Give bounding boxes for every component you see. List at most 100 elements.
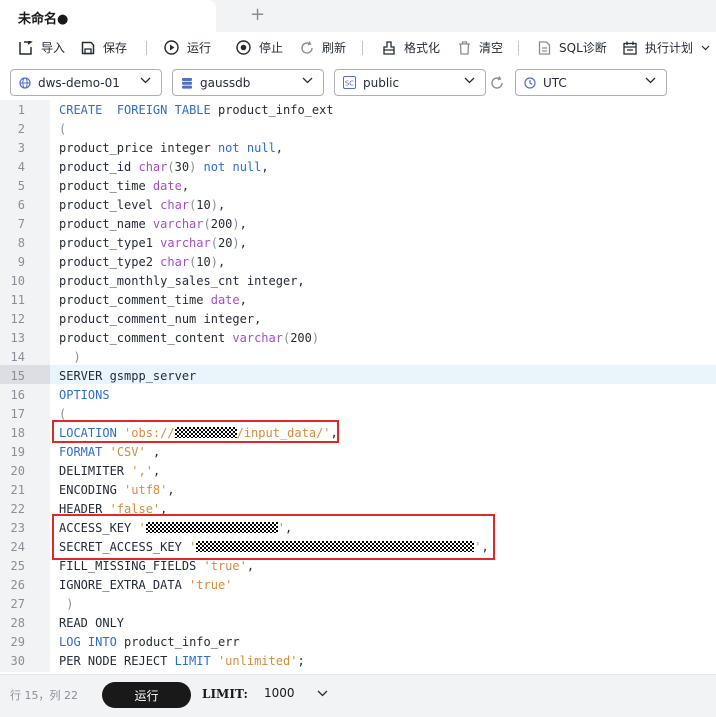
tab-bar: 未命名● + xyxy=(0,0,716,32)
sql-diagnosis-button[interactable]: SQL诊断 xyxy=(538,39,607,56)
clock-icon xyxy=(524,76,536,89)
execution-plan-button[interactable]: 执行计划 xyxy=(623,39,710,56)
line-number: 15 xyxy=(10,369,25,383)
stop-button[interactable]: 停止 xyxy=(236,39,283,56)
line-number: 8 xyxy=(17,236,25,250)
code-line[interactable]: 13 product_comment_content varchar(200) xyxy=(0,329,716,348)
line-number: 4 xyxy=(17,160,25,174)
line-number: 16 xyxy=(10,388,25,402)
timezone-value: UTC xyxy=(543,75,567,90)
code-line[interactable]: 3 product_price integer not null, xyxy=(0,139,716,158)
code-token: product_info_err xyxy=(116,635,240,649)
schema-value: public xyxy=(363,75,400,90)
code-text: product_comment_num integer, xyxy=(59,310,261,329)
code-line[interactable]: 2( xyxy=(0,120,716,139)
tab-untitled[interactable]: 未命名● xyxy=(0,0,216,32)
run-button[interactable]: 运行 xyxy=(164,39,211,56)
code-line[interactable]: 5 product_time date, xyxy=(0,177,716,196)
database-icon xyxy=(182,77,192,89)
line-number: 5 xyxy=(17,179,25,193)
code-token: varchar xyxy=(152,217,204,231)
code-token: , xyxy=(145,445,161,459)
refresh-button[interactable]: 刷新 xyxy=(300,39,346,56)
code-line[interactable]: 20 DELIMITER ',', xyxy=(0,462,716,481)
timezone-select[interactable]: UTC xyxy=(515,69,667,96)
code-token: 'true' xyxy=(189,578,233,592)
database-select[interactable]: gaussdb xyxy=(172,69,324,96)
code-line[interactable]: 1 CREATE FOREIGN TABLE product_info_ext xyxy=(0,101,716,120)
clear-button[interactable]: 清空 xyxy=(458,39,503,56)
clear-label: 清空 xyxy=(479,41,504,55)
line-number: 17 xyxy=(10,407,25,421)
format-button[interactable]: 格式化 xyxy=(382,39,440,56)
code-line[interactable]: 29 LOG INTO product_info_err xyxy=(0,633,716,652)
code-token: not xyxy=(203,160,226,174)
refresh-schema-icon[interactable] xyxy=(490,76,504,90)
calendar-icon xyxy=(623,41,637,55)
schema-select[interactable]: SC public xyxy=(334,69,486,96)
code-line[interactable]: 14 ) xyxy=(0,348,716,367)
code-line[interactable]: 26 IGNORE_EXTRA_DATA 'true' xyxy=(0,576,716,595)
code-token: product_price integer xyxy=(59,141,218,155)
code-line[interactable]: 12 product_comment_num integer, xyxy=(0,310,716,329)
toolbar-divider xyxy=(362,41,363,55)
code-token: product_level xyxy=(59,198,161,212)
code-line[interactable]: 27 ) xyxy=(0,595,716,614)
refresh-icon xyxy=(301,40,313,54)
code-line[interactable]: 15 SERVER gsmpp_server xyxy=(0,367,716,386)
code-line[interactable]: 21 ENCODING 'utf8', xyxy=(0,481,716,500)
run-query-button[interactable]: 运行 xyxy=(102,682,191,708)
limit-label: LIMIT: xyxy=(202,687,248,701)
code-token: LOG xyxy=(59,635,81,649)
code-token: ( xyxy=(203,217,211,231)
code-line[interactable]: 7 product_name varchar(200), xyxy=(0,215,716,234)
chevron-down-icon xyxy=(701,45,710,50)
save-button[interactable]: 保存 xyxy=(81,39,127,56)
code-text: product_comment_content varchar(200) xyxy=(59,329,319,348)
line-number: 2 xyxy=(17,122,25,136)
add-tab-icon[interactable]: + xyxy=(250,4,265,25)
code-text: FORMAT 'CSV' , xyxy=(59,443,160,462)
code-text: product_id char(30) not null, xyxy=(59,158,269,177)
code-token: 'unlimited' xyxy=(217,654,298,668)
cluster-select[interactable]: dws-demo-01 xyxy=(10,69,162,96)
code-line[interactable]: 6 product_level char(10), xyxy=(0,196,716,215)
code-text: OPTIONS xyxy=(59,386,110,405)
code-line[interactable]: 28 READ ONLY xyxy=(0,614,716,633)
code-token: PER NODE REJECT xyxy=(59,654,175,668)
code-token: 10 xyxy=(196,255,211,269)
code-line[interactable]: 8 product_type1 varchar(20), xyxy=(0,234,716,253)
code-token: varchar xyxy=(160,236,211,250)
code-token: ) xyxy=(311,331,320,345)
sql-editor[interactable]: 1 CREATE FOREIGN TABLE product_info_ext 2(… xyxy=(0,100,716,672)
code-token: FOREIGN xyxy=(116,103,168,117)
stop-icon xyxy=(236,40,251,55)
annotation-box-location xyxy=(52,420,339,443)
line-number: 11 xyxy=(10,293,25,307)
database-value: gaussdb xyxy=(200,75,251,90)
document-icon xyxy=(538,40,551,55)
code-text: ENCODING 'utf8', xyxy=(59,481,175,500)
line-number: 27 xyxy=(10,597,25,611)
code-token: 200 xyxy=(290,331,312,345)
line-number: 29 xyxy=(10,635,25,649)
code-token: IGNORE_EXTRA_DATA xyxy=(59,578,190,592)
code-token: product_time xyxy=(59,179,153,193)
code-line[interactable]: 19 FORMAT 'CSV' , xyxy=(0,443,716,462)
code-token: , xyxy=(167,483,175,497)
toolbar-divider xyxy=(518,41,519,55)
code-line[interactable]: 9 product_type2 char(10), xyxy=(0,253,716,272)
code-line[interactable]: 30 PER NODE REJECT LIMIT 'unlimited'; xyxy=(0,652,716,671)
code-token: READ ONLY xyxy=(59,616,125,630)
code-line[interactable]: 4 product_id char(30) not null, xyxy=(0,158,716,177)
code-line[interactable]: 10 product_monthly_sales_cnt integer, xyxy=(0,272,716,291)
code-line[interactable]: 11 product_comment_time date, xyxy=(0,291,716,310)
code-text: PER NODE REJECT LIMIT 'unlimited'; xyxy=(59,652,305,671)
line-number: 25 xyxy=(10,559,25,573)
import-button[interactable]: 导入 xyxy=(18,39,65,56)
limit-select[interactable]: 1000 xyxy=(264,686,328,700)
code-token: ) xyxy=(59,350,81,364)
code-line[interactable]: 16 OPTIONS xyxy=(0,386,716,405)
line-number: 19 xyxy=(10,445,25,459)
